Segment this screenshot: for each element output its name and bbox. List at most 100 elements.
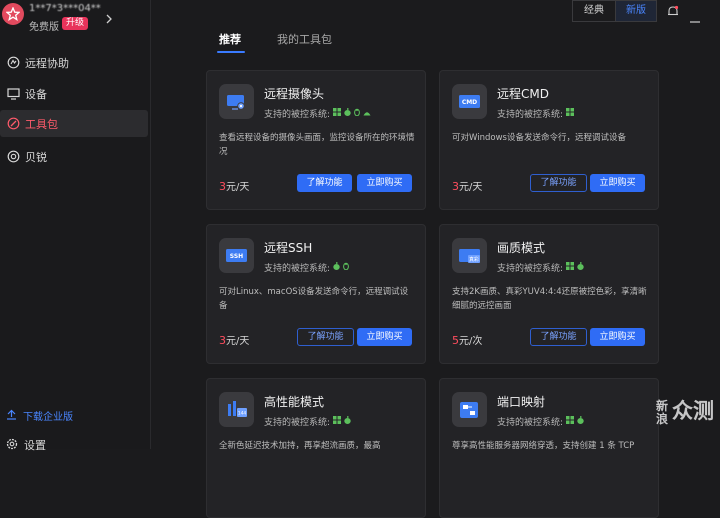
download-icon <box>6 409 17 423</box>
active-tab-indicator <box>217 51 245 53</box>
buy-now-button[interactable]: 立即购买 <box>357 328 412 346</box>
watermark-char-2: 浪 <box>656 412 669 426</box>
price-unit: 元/天 <box>459 182 483 193</box>
tool-card-remote-cmd[interactable]: CMD 远程CMD 支持的被控系统: 可对Windows设备发送命令行，远程调试… <box>439 70 659 210</box>
new-mode-button[interactable]: 新版 <box>615 0 657 22</box>
learn-more-button[interactable]: 了解功能 <box>530 174 587 192</box>
supported-systems: 支持的被控系统: <box>264 415 351 428</box>
svg-text:真彩: 真彩 <box>468 256 478 263</box>
learn-more-button[interactable]: 了解功能 <box>297 174 352 192</box>
supported-systems: 支持的被控系统: <box>264 261 349 274</box>
classic-mode-button[interactable]: 经典 <box>572 0 615 22</box>
download-enterprise-link[interactable]: 下载企业版 <box>6 408 73 423</box>
card-price: 5元/次 <box>452 332 482 347</box>
price-number: 3 <box>219 334 226 347</box>
card-title: 高性能模式 <box>264 395 325 409</box>
sidebar-item-oray[interactable]: 贝锐 <box>0 143 148 170</box>
sidebar: 1**7*3***04** 免费版 升级 远程协助 设备 工具包 贝锐 下载企业… <box>0 0 151 452</box>
settings-label: 设置 <box>24 439 46 452</box>
upgrade-badge[interactable]: 升级 <box>62 17 89 30</box>
supported-systems: 支持的被控系统: <box>264 107 371 120</box>
card-description: 查看远程设备的摄像头画面，监控设备所在的环境情况 <box>219 133 415 157</box>
price-unit: 元/次 <box>459 336 483 347</box>
monitor-icon <box>6 87 20 101</box>
price-unit: 元/天 <box>226 182 250 193</box>
card-title: 远程摄像头 <box>264 87 325 101</box>
card-title: 端口映射 <box>497 395 546 409</box>
tab-my-toolkit[interactable]: 我的工具包 <box>277 31 332 47</box>
supported-systems: 支持的被控系统: <box>497 415 584 428</box>
card-price: 3元/天 <box>219 178 249 193</box>
cmd-icon: CMD <box>452 84 487 119</box>
card-price: 3元/天 <box>219 332 249 347</box>
price-number: 5 <box>452 334 459 347</box>
tool-card-port-mapping[interactable]: 端口映射 支持的被控系统: 尊享高性能服务器网络穿透，支持创建 1 条 TCP <box>439 378 659 518</box>
price-unit: 元/天 <box>226 336 250 347</box>
svg-text:SSH: SSH <box>229 253 242 260</box>
apple-icon <box>577 416 584 427</box>
linux-icon <box>343 262 349 273</box>
bell-icon[interactable] <box>667 3 679 22</box>
supported-systems-label: 支持的被控系统: <box>264 110 331 120</box>
sidebar-item-devices[interactable]: 设备 <box>0 80 148 107</box>
svg-text:144: 144 <box>237 410 246 416</box>
true-color-icon: 真彩 <box>452 238 487 273</box>
apple-icon <box>333 262 340 273</box>
user-name: 1**7*3***04** <box>29 3 101 14</box>
tool-card-performance-mode[interactable]: 144 高性能模式 支持的被控系统: 全新色延迟技术加持，再享超流画质，最高 <box>206 378 426 518</box>
buy-now-button[interactable]: 立即购买 <box>590 328 645 346</box>
sidebar-item-label: 工具包 <box>25 117 58 131</box>
card-description: 尊享高性能服务器网络穿透，支持创建 1 条 TCP <box>452 441 635 451</box>
gear-icon <box>6 438 18 453</box>
tool-card-remote-ssh[interactable]: SSH 远程SSH 支持的被控系统: 可对Linux、macOS设备发送命令行，… <box>206 224 426 364</box>
watermark-text: 众测 <box>672 399 714 423</box>
card-title: 远程CMD <box>497 87 549 101</box>
profile-header[interactable]: 1**7*3***04** 免费版 升级 <box>0 0 150 40</box>
camera-icon <box>219 84 254 119</box>
ssh-icon: SSH <box>219 238 254 273</box>
learn-more-button[interactable]: 了解功能 <box>297 328 354 346</box>
tool-card-remote-camera[interactable]: 远程摄像头 支持的被控系统: 查看远程设备的摄像头画面，监控设备所在的环境情况 … <box>206 70 426 210</box>
learn-more-button[interactable]: 了解功能 <box>530 328 587 346</box>
windows-icon <box>566 416 575 427</box>
tab-recommended[interactable]: 推荐 <box>219 31 241 47</box>
supported-systems-label: 支持的被控系统: <box>497 264 564 274</box>
oray-icon <box>6 150 20 164</box>
performance-icon: 144 <box>219 392 254 427</box>
apple-icon <box>344 108 351 119</box>
price-number: 3 <box>452 180 459 193</box>
remote-assist-icon <box>6 56 20 70</box>
apple-icon <box>344 416 351 427</box>
buy-now-button[interactable]: 立即购买 <box>590 174 645 192</box>
windows-icon <box>566 262 575 273</box>
sidebar-item-remote-assist[interactable]: 远程协助 <box>0 49 148 76</box>
card-description: 全新色延迟技术加持，再享超流画质，最高 <box>219 441 381 451</box>
sina-watermark: 新浪众测 <box>656 400 714 426</box>
card-description: 支持2K画质、真彩YUV4:4:4还原被控色彩，享清晰细腻的远控画面 <box>452 287 647 311</box>
settings-link[interactable]: 设置 <box>6 437 46 453</box>
tool-card-quality-mode[interactable]: 真彩 画质模式 支持的被控系统: 支持2K画质、真彩YUV4:4:4还原被控色彩… <box>439 224 659 364</box>
supported-systems: 支持的被控系统: <box>497 107 575 120</box>
supported-systems-label: 支持的被控系统: <box>264 264 331 274</box>
edition-label: 免费版 <box>29 22 59 33</box>
watermark-char-1: 新 <box>656 399 669 413</box>
sidebar-item-toolkit[interactable]: 工具包 <box>0 110 148 137</box>
windows-icon <box>333 416 342 427</box>
avatar[interactable] <box>2 3 24 25</box>
card-description: 可对Linux、macOS设备发送命令行，远程调试设备 <box>219 287 409 311</box>
sidebar-item-label: 贝锐 <box>25 150 47 164</box>
minimize-icon[interactable] <box>690 8 700 27</box>
windows-icon <box>566 108 575 119</box>
supported-systems-label: 支持的被控系统: <box>264 418 331 428</box>
buy-now-button[interactable]: 立即购买 <box>357 174 412 192</box>
windows-icon <box>333 108 342 119</box>
svg-text:CMD: CMD <box>461 99 476 106</box>
port-mapping-icon <box>452 392 487 427</box>
supported-systems-label: 支持的被控系统: <box>497 110 564 120</box>
sidebar-item-label: 设备 <box>25 87 47 101</box>
chevron-right-icon[interactable] <box>106 9 112 28</box>
card-title: 远程SSH <box>264 241 313 255</box>
download-enterprise-label: 下载企业版 <box>23 412 73 423</box>
toolkit-icon <box>6 117 20 131</box>
sidebar-item-label: 远程协助 <box>25 56 69 70</box>
